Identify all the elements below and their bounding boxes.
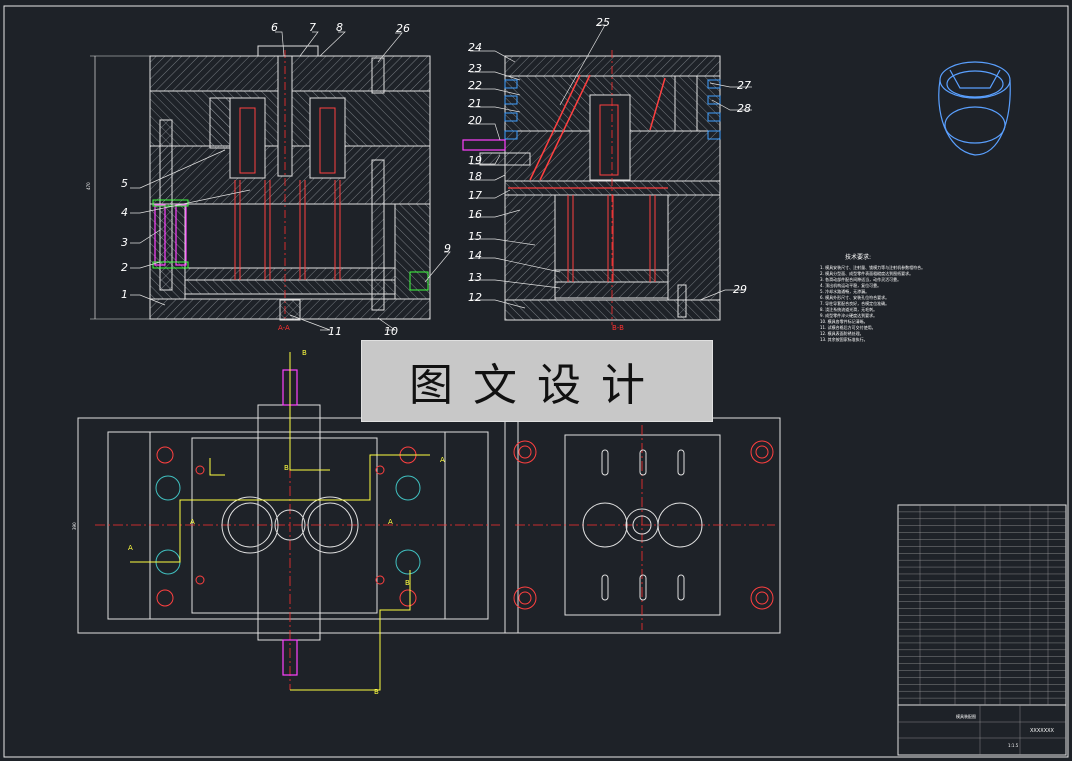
- tech-req-5: 5. 冷却水路通畅，无渗漏。: [820, 288, 869, 294]
- marker-a-3: A: [190, 518, 195, 526]
- part-1-label: 1: [121, 288, 128, 301]
- marker-b-1: B: [302, 349, 307, 357]
- part-22-label: 22: [468, 79, 482, 92]
- part-16-label: 16: [468, 208, 482, 221]
- overall-height-dim: 470: [86, 182, 91, 190]
- part-12-label: 12: [468, 291, 482, 304]
- part-27-label: 27: [737, 79, 751, 92]
- tech-req-title: 技术要求:: [845, 253, 871, 261]
- tech-req-2: 2. 模具分型面、成型零件表面粗糙度达到图纸要求。: [820, 270, 913, 276]
- tech-req-7: 7. 导柱导套配合良好，合模定位准确。: [820, 300, 889, 306]
- section-b-b-view: B-B 24 23 22 21 20 19 18 17 16 15 14 13 …: [462, 16, 752, 332]
- part-28-label: 28: [737, 102, 751, 115]
- tech-req-10: 10. 模具各零件标记清晰。: [820, 318, 868, 324]
- section-a-a-view: 470 A-A 6 7 8 26 5 4 3 2 1 11 10 9: [86, 21, 451, 338]
- marker-a-4: A: [388, 518, 393, 526]
- part-3-label: 3: [121, 236, 128, 249]
- watermark-banner: 图文设计: [361, 340, 713, 422]
- tech-req-8: 8. 浇注系统流道光滑，无毛刺。: [820, 306, 877, 312]
- drawing-number: XXXXXXX: [1030, 728, 1055, 734]
- part-9-label: 9: [444, 242, 451, 255]
- tech-req-12: 12. 模具表面防锈处理。: [820, 330, 864, 336]
- part-13-label: 13: [468, 271, 482, 284]
- part-20-label: 20: [468, 114, 482, 127]
- part-21-label: 21: [468, 97, 482, 110]
- watermark-text: 图文设计: [409, 360, 665, 411]
- part-7-label: 7: [309, 21, 316, 34]
- cad-drawing-canvas: 470 A-A 6 7 8 26 5 4 3 2 1 11 10 9 B-B 2…: [0, 0, 1072, 761]
- moving-half-plan-view: [504, 417, 781, 634]
- tech-req-6: 6. 模具外形尺寸、安装孔位符合要求。: [820, 294, 889, 300]
- part-isometric-sketch: [938, 61, 1011, 156]
- tech-req-1: 1. 模具安装尺寸、注射量、锁模力等与注射机参数相符合。: [820, 264, 925, 270]
- part-14-label: 14: [468, 249, 482, 262]
- part-26-label: 26: [396, 22, 410, 35]
- part-29-label: 29: [733, 283, 747, 296]
- part-5-label: 5: [121, 177, 128, 190]
- part-11-label: 11: [328, 325, 342, 338]
- part-10-label: 10: [384, 325, 398, 338]
- section-label-b: B-B: [612, 324, 624, 332]
- drawing-scale: 1:1.5: [1008, 743, 1019, 748]
- width-dim: 390: [72, 522, 77, 530]
- part-8-label: 8: [336, 21, 343, 34]
- part-19-label: 19: [468, 154, 482, 167]
- marker-a-2: A: [128, 544, 133, 552]
- marker-b-4: B: [405, 579, 410, 587]
- part-24-label: 24: [468, 41, 482, 54]
- part-17-label: 17: [468, 189, 482, 202]
- tech-req-11: 11. 试模合格后方可交付使用。: [820, 324, 876, 330]
- section-label-a: A-A: [278, 324, 290, 332]
- part-4-label: 4: [121, 206, 128, 219]
- part-25-label: 25: [596, 16, 610, 29]
- tech-req-4: 4. 顶出机构运动平稳，复位可靠。: [820, 282, 881, 288]
- technical-requirements: 技术要求: 1. 模具安装尺寸、注射量、锁模力等与注射机参数相符合。 2. 模具…: [820, 253, 925, 342]
- marker-b-2: B: [374, 688, 379, 696]
- marker-a-1: A: [440, 456, 445, 464]
- part-6-label: 6: [271, 21, 278, 34]
- tech-req-13: 13. 其余按国家标准执行。: [820, 336, 868, 342]
- parts-list-table: XXXXXXX 模具装配图 1:1.5: [897, 504, 1067, 756]
- drawing-name: 模具装配图: [956, 713, 976, 719]
- part-2-label: 2: [121, 261, 128, 274]
- part-18-label: 18: [468, 170, 482, 183]
- marker-b-3: B: [284, 464, 289, 472]
- tech-req-9: 9. 成型零件淬火硬度达到要求。: [820, 312, 877, 318]
- part-23-label: 23: [468, 62, 482, 75]
- tech-req-3: 3. 各滑动部件配合间隙适当，动作灵活可靠。: [820, 276, 901, 282]
- part-15-label: 15: [468, 230, 482, 243]
